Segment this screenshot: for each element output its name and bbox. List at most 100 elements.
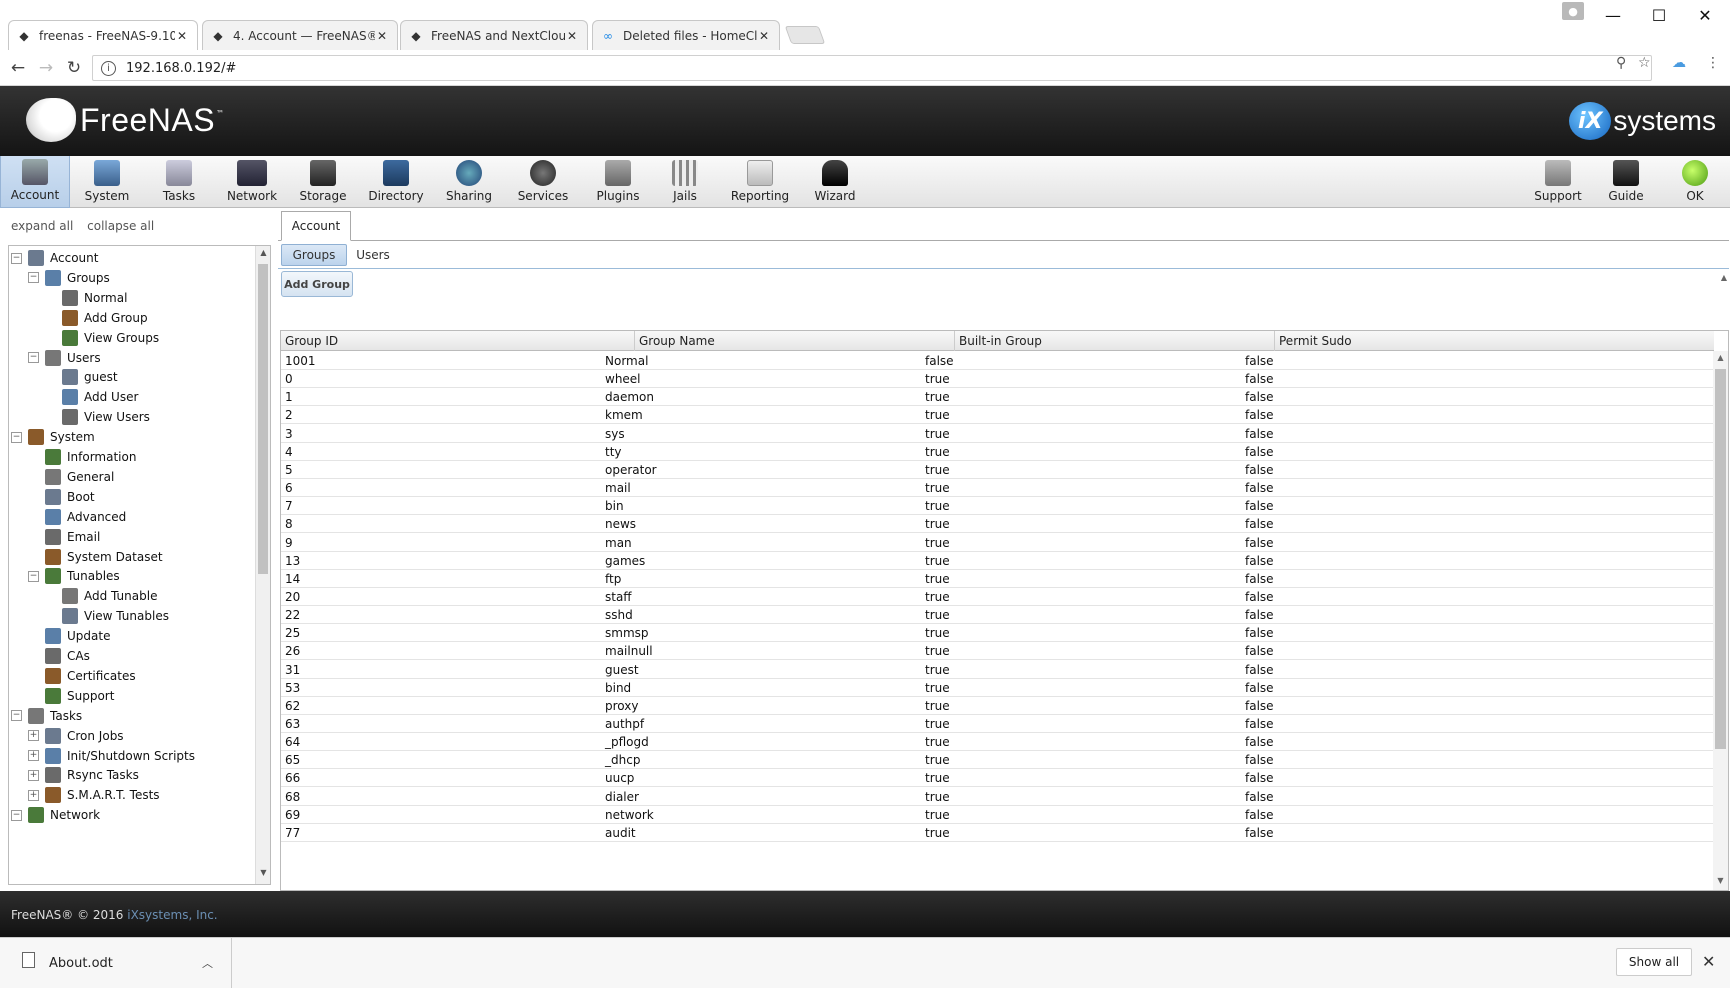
close-tab-icon[interactable]: ✕ [757, 29, 771, 43]
subtab-users[interactable]: Users [350, 244, 396, 266]
expand-toggle-icon[interactable]: + [28, 789, 39, 801]
chevron-up-icon[interactable]: ︿ [202, 955, 213, 971]
table-scrollbar[interactable]: ▲ ▼ [1713, 351, 1728, 890]
table-row[interactable]: 64 _pflogd true false [281, 733, 1714, 752]
tree-item-groups[interactable]: − Groups [28, 268, 110, 288]
menu-tasks[interactable]: Tasks [144, 156, 214, 208]
table-row[interactable]: 63 authpf true false [281, 715, 1714, 733]
table-row[interactable]: 2 kmem true false [281, 406, 1714, 425]
table-row[interactable]: 68 dialer true false [281, 788, 1714, 806]
close-tab-icon[interactable]: ✕ [375, 29, 389, 43]
table-row[interactable]: 65 _dhcp true false [281, 751, 1714, 770]
browser-tab-account-docs[interactable]: ◆ 4. Account — FreeNAS® ✕ [202, 20, 398, 50]
tree-item-add-group[interactable]: Add Group [45, 308, 148, 328]
menu-support[interactable]: Support [1526, 156, 1590, 208]
table-row[interactable]: 62 proxy true false [281, 697, 1714, 715]
table-row[interactable]: 1 daemon true false [281, 388, 1714, 407]
maximize-icon[interactable]: ☐ [1636, 0, 1682, 30]
tree-item-general[interactable]: General [28, 467, 114, 487]
download-file-name[interactable]: About.odt [49, 956, 202, 971]
menu-system[interactable]: System [72, 156, 142, 208]
profile-icon[interactable]: ● [1562, 2, 1584, 20]
tree-item-boot[interactable]: Boot [28, 487, 95, 507]
tree-item-account[interactable]: − Account [11, 248, 98, 268]
scroll-up-arrow-icon[interactable]: ▲ [1713, 353, 1728, 367]
expand-toggle-icon[interactable]: + [28, 769, 39, 781]
table-row[interactable]: 20 staff true false [281, 588, 1714, 606]
table-row[interactable]: 0 wheel true false [281, 370, 1714, 389]
tree-item-rsync-tasks[interactable]: + Rsync Tasks [28, 765, 139, 785]
ixsystems-link[interactable]: iXsystems, Inc. [127, 908, 217, 922]
tree-item-update[interactable]: Update [28, 626, 110, 646]
table-row[interactable]: 14 ftp true false [281, 570, 1714, 588]
close-window-icon[interactable]: ✕ [1682, 0, 1728, 30]
panel-scroll-up-icon[interactable]: ▲ [1721, 273, 1727, 282]
expand-toggle-icon[interactable]: + [28, 730, 39, 742]
browser-tab-freenas[interactable]: ◆ freenas - FreeNAS-9.10.2 ✕ [8, 20, 198, 50]
table-row[interactable]: 5 operator true false [281, 461, 1714, 479]
table-row[interactable]: 26 mailnull true false [281, 642, 1714, 661]
tree-item-view-users[interactable]: View Users [45, 407, 150, 427]
scroll-thumb[interactable] [1715, 369, 1726, 749]
address-bar[interactable]: i 192.168.0.192/# [92, 55, 1652, 81]
back-arrow-icon[interactable]: ← [6, 56, 30, 80]
column-header-builtin[interactable]: Built-in Group [954, 331, 1274, 351]
collapse-all-link[interactable]: collapse all [87, 219, 154, 233]
table-row[interactable]: 66 uucp true false [281, 769, 1714, 788]
menu-alert-status[interactable]: OK [1664, 156, 1726, 208]
tree-item-view-tunables[interactable]: View Tunables [45, 606, 169, 626]
tree-item-init-shutdown-scripts[interactable]: + Init/Shutdown Scripts [28, 746, 195, 766]
menu-sharing[interactable]: Sharing [436, 156, 502, 208]
scroll-thumb[interactable] [258, 264, 268, 574]
table-row[interactable]: 9 man true false [281, 534, 1714, 552]
tab-account[interactable]: Account [281, 211, 351, 241]
menu-jails[interactable]: Jails [654, 156, 716, 208]
cloud-extension-icon[interactable]: ☁ [1672, 55, 1686, 71]
tree-item-network[interactable]: − Network [11, 805, 100, 825]
menu-guide[interactable]: Guide [1596, 156, 1656, 208]
tree-scrollbar[interactable]: ▲ ▼ [255, 246, 270, 884]
subtab-groups[interactable]: Groups [281, 244, 347, 266]
tree-item-tunables[interactable]: − Tunables [28, 566, 120, 586]
expand-toggle-icon[interactable]: + [28, 750, 39, 761]
table-row[interactable]: 6 mail true false [281, 479, 1714, 498]
menu-reporting[interactable]: Reporting [718, 156, 802, 208]
info-icon[interactable]: i [101, 60, 116, 76]
table-row[interactable]: 7 bin true false [281, 497, 1714, 516]
tree-item-system-dataset[interactable]: System Dataset [28, 547, 163, 567]
menu-directory[interactable]: Directory [358, 156, 434, 208]
table-row[interactable]: 8 news true false [281, 515, 1714, 534]
tree-item-system[interactable]: − System [11, 427, 95, 447]
tree-item-support[interactable]: Support [28, 686, 114, 706]
tree-item-guest[interactable]: guest [45, 367, 118, 387]
close-tab-icon[interactable]: ✕ [175, 29, 189, 43]
tree-item-add-user[interactable]: Add User [45, 387, 138, 407]
collapse-toggle-icon[interactable]: − [11, 809, 22, 821]
show-all-button[interactable]: Show all [1616, 948, 1692, 976]
tree-item-advanced[interactable]: Advanced [28, 507, 126, 527]
add-group-button[interactable]: Add Group [281, 271, 353, 297]
table-row[interactable]: 53 bind true false [281, 679, 1714, 697]
browser-menu-icon[interactable]: ⋮ [1706, 55, 1720, 71]
menu-wizard[interactable]: Wizard [804, 156, 866, 208]
table-row[interactable]: 3 sys true false [281, 425, 1714, 443]
tree-item-tasks[interactable]: − Tasks [11, 706, 82, 726]
collapse-toggle-icon[interactable]: − [11, 252, 22, 264]
tree-item-cron-jobs[interactable]: + Cron Jobs [28, 726, 124, 746]
forward-arrow-icon[interactable]: → [34, 56, 58, 80]
scroll-down-arrow-icon[interactable]: ▼ [1713, 876, 1728, 890]
download-item[interactable]: About.odt ︿ [0, 938, 232, 988]
new-tab-button[interactable] [784, 26, 826, 44]
tree-item-certificates[interactable]: Certificates [28, 666, 136, 686]
column-header-group-id[interactable]: Group ID [281, 331, 634, 351]
key-icon[interactable]: ⚲ [1616, 55, 1626, 71]
menu-storage[interactable]: Storage [290, 156, 356, 208]
table-row[interactable]: 77 audit true false [281, 824, 1714, 842]
reload-icon[interactable]: ↻ [62, 56, 86, 80]
tree-item-email[interactable]: Email [28, 527, 100, 547]
menu-services[interactable]: Services [504, 156, 582, 208]
collapse-toggle-icon[interactable]: − [28, 352, 39, 363]
table-row[interactable]: 1001 Normal false false [281, 352, 1714, 370]
collapse-toggle-icon[interactable]: − [28, 570, 39, 582]
tree-item-add-tunable[interactable]: Add Tunable [45, 586, 157, 606]
